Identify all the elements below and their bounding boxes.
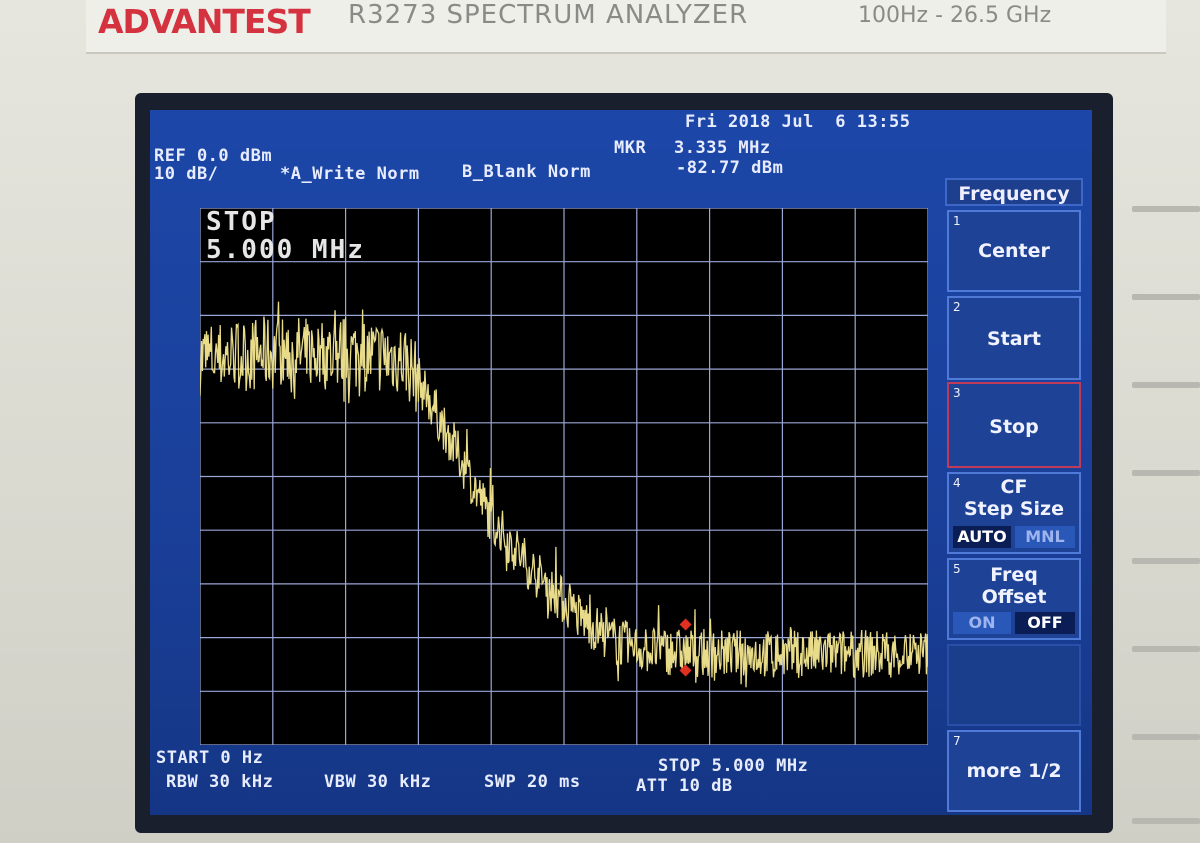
date-time: Fri 2018 Jul 6 13:55: [685, 112, 911, 132]
marker-amplitude: -82.77 dBm: [676, 158, 784, 178]
trace-b-mode: B_Blank Norm: [462, 162, 591, 182]
softkey-number: 2: [953, 300, 961, 314]
option-manual: MNL: [1015, 526, 1075, 548]
bezel-ridge: [1132, 646, 1200, 652]
start-frequency: START 0 Hz: [156, 748, 264, 768]
model-name: R3273 SPECTRUM ANALYZER: [348, 0, 749, 30]
bezel-ridge: [1132, 558, 1200, 564]
option-auto: AUTO: [953, 526, 1011, 548]
softkey-number: 7: [953, 734, 961, 748]
scale-per-div: 10 dB/: [154, 164, 219, 184]
softkey-label: Center: [978, 240, 1050, 262]
marker-label: MKR: [614, 138, 647, 158]
bezel-ridge: [1132, 382, 1200, 388]
vbw-setting: VBW 30 kHz: [324, 772, 432, 792]
bezel-ridge: [1132, 818, 1200, 824]
softkey-blank: [947, 644, 1081, 726]
trace-a-mode: *A_Write Norm: [280, 164, 420, 184]
softkey-label: Start: [986, 328, 1042, 350]
softkey-start[interactable]: 2 Start: [947, 296, 1081, 380]
stop-frequency: STOP 5.000 MHz: [658, 756, 809, 776]
softkey-more[interactable]: 7 more 1/2: [947, 730, 1081, 812]
softkey-cf-step-size[interactable]: 4 CF Step Size AUTO MNL: [947, 472, 1081, 554]
active-entry-label: STOP: [206, 207, 277, 237]
softkey-label-line2: Offset: [981, 586, 1047, 608]
nameplate: ADVANTEST R3273 SPECTRUM ANALYZER 100Hz …: [86, 0, 1166, 54]
softkey-label-line2: Step Size: [963, 498, 1064, 520]
option-on: ON: [953, 612, 1011, 634]
softkey-label-line1: CF: [1000, 476, 1028, 498]
softkey-center[interactable]: 1 Center: [947, 210, 1081, 292]
marker-diamond: [679, 618, 692, 631]
rbw-setting: RBW 30 kHz: [166, 772, 274, 792]
softkey-label: more 1/2: [966, 760, 1062, 782]
ref-level: REF 0.0 dBm: [154, 146, 273, 166]
softkey-label-line1: Freq: [990, 564, 1038, 586]
softkey-number: 3: [953, 386, 961, 400]
bezel-ridge: [1132, 470, 1200, 476]
softkey-number: 1: [953, 214, 961, 228]
active-entry-value: 5.000 MHz: [206, 235, 365, 265]
marker-frequency: 3.335 MHz: [674, 138, 771, 158]
frequency-range: 100Hz - 26.5 GHz: [858, 3, 1052, 28]
sweep-time: SWP 20 ms: [484, 772, 581, 792]
bezel-ridge: [1132, 206, 1200, 212]
analyzer-display: Fri 2018 Jul 6 13:55 REF 0.0 dBm 10 dB/ …: [150, 110, 1092, 815]
spectrum-plot: [199, 207, 929, 746]
softkey-freq-offset[interactable]: 5 Freq Offset ON OFF: [947, 558, 1081, 640]
brand-logo: ADVANTEST: [98, 2, 311, 41]
attenuation: ATT 10 dB: [636, 776, 733, 796]
softkey-stop[interactable]: 3 Stop: [947, 382, 1081, 468]
active-entry-readout: STOP 5.000 MHz: [206, 208, 365, 264]
bezel-ridge: [1132, 294, 1200, 300]
softkey-menu-title: Frequency: [945, 178, 1083, 206]
bezel-ridge: [1132, 734, 1200, 740]
softkey-label: Stop: [989, 416, 1039, 438]
option-off: OFF: [1015, 612, 1075, 634]
spectrum-graticule: STOP 5.000 MHz: [199, 207, 929, 746]
softkey-panel: Frequency 1 Center 2 Start 3 Stop 4 CF S…: [945, 178, 1083, 813]
